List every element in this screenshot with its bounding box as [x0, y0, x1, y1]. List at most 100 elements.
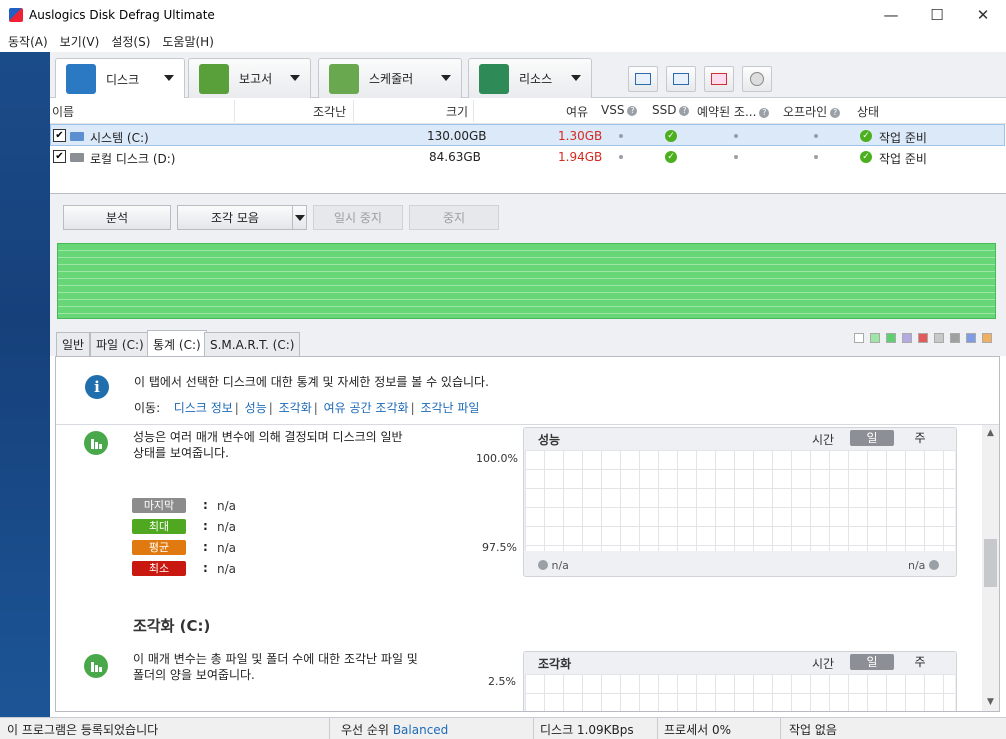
- tools-icon[interactable]: [704, 66, 734, 92]
- chevron-down-icon[interactable]: [292, 206, 306, 229]
- chart-header: 조각화 시간 일 주: [524, 652, 956, 672]
- menu-view[interactable]: 보기(V): [54, 33, 106, 50]
- legend-swatch[interactable]: [854, 333, 864, 343]
- chevron-down-icon[interactable]: [164, 75, 174, 81]
- legend-swatch[interactable]: [886, 333, 896, 343]
- chart-right-value: n/a: [908, 559, 926, 572]
- drive-status: 작업 준비: [879, 152, 927, 166]
- performance-percent-bottom: 97.5%: [482, 541, 517, 554]
- bar-chart-icon: [84, 431, 108, 455]
- column-free[interactable]: 여유: [566, 103, 588, 120]
- tab-smart[interactable]: S.M.A.R.T. (C:): [204, 332, 301, 356]
- column-fragmented[interactable]: 조각난: [313, 103, 346, 120]
- priority-value[interactable]: Balanced: [393, 723, 448, 737]
- arrow-right-icon[interactable]: [928, 560, 939, 570]
- colon: :: [203, 540, 208, 554]
- analyze-button[interactable]: 분석: [63, 205, 171, 230]
- column-vss[interactable]: VSS?: [601, 103, 638, 117]
- status-check-icon: ✓: [860, 151, 872, 163]
- vertical-scrollbar[interactable]: ▲ ▼: [982, 425, 999, 711]
- help-icon[interactable]: ?: [830, 108, 841, 118]
- tab-disk[interactable]: 디스크: [55, 58, 185, 99]
- stop-button[interactable]: 중지: [409, 205, 499, 230]
- scroll-up-icon[interactable]: ▲: [982, 425, 999, 442]
- menu-settings[interactable]: 설정(S): [105, 33, 156, 50]
- maximize-button[interactable]: ☐: [914, 0, 960, 30]
- legend-swatch[interactable]: [902, 333, 912, 343]
- hard-drive-icon: [70, 153, 84, 162]
- legend-swatch[interactable]: [918, 333, 928, 343]
- tab-report[interactable]: 보고서: [188, 58, 311, 98]
- drive-checkbox[interactable]: ✔: [53, 129, 66, 142]
- period-day-toggle[interactable]: 일: [850, 654, 894, 670]
- column-ssd[interactable]: SSD?: [652, 103, 690, 117]
- chevron-down-icon[interactable]: [441, 75, 451, 81]
- help-icon[interactable]: ?: [627, 106, 638, 116]
- info-box: i 이 탭에서 선택한 디스크에 대한 통계 및 자세한 정보를 볼 수 있습니…: [56, 357, 999, 425]
- chevron-down-icon[interactable]: [571, 75, 581, 81]
- period-week-toggle[interactable]: 주: [898, 430, 942, 446]
- priority[interactable]: 우선 순위 Balanced: [341, 721, 448, 738]
- nav-label: 이동:: [134, 401, 161, 415]
- tab-statistics[interactable]: 통계 (C:): [147, 330, 207, 357]
- nav-link-performance[interactable]: 성능: [245, 401, 267, 415]
- performance-description-line1: 성능은 여러 매개 변수에 의해 결정되며 디스크의 일반: [133, 430, 403, 444]
- settings-icon[interactable]: [742, 66, 772, 92]
- drive-free: 1.94GB: [558, 150, 603, 164]
- scroll-down-icon[interactable]: ▼: [982, 694, 999, 711]
- scroll-thumb[interactable]: [984, 539, 997, 587]
- close-button[interactable]: ✕: [960, 0, 1006, 30]
- drive-name: 시스템 (C:): [90, 131, 149, 145]
- defrag-button[interactable]: 조각 모음: [177, 205, 307, 230]
- legend-swatch[interactable]: [950, 333, 960, 343]
- menu-bar: 동작(A) 보기(V) 설정(S) 도움말(H): [0, 30, 1006, 52]
- nav-link-fragmented-files[interactable]: 조각난 파일: [420, 401, 479, 415]
- chart-title: 조각화: [538, 657, 572, 671]
- badge-max: 최대: [132, 519, 186, 534]
- tab-scheduler[interactable]: 스케줄러: [318, 58, 462, 98]
- column-status[interactable]: 상태: [857, 103, 879, 120]
- minimize-button[interactable]: —: [868, 0, 914, 30]
- column-size[interactable]: 크기: [446, 103, 468, 120]
- badge-last: 마지막: [132, 498, 186, 513]
- job-status: 작업 없음: [789, 723, 837, 737]
- chart-next[interactable]: n/a: [908, 559, 939, 572]
- help-icon[interactable]: ?: [759, 108, 770, 118]
- drive-row[interactable]: ✔ 로컬 디스크 (D:) 84.63GB 1.94GB ✓ ✓ 작업 준비: [50, 146, 1005, 168]
- legend-swatch[interactable]: [934, 333, 944, 343]
- column-name[interactable]: 이름: [52, 103, 74, 120]
- column-offline[interactable]: 오프라인?: [783, 103, 841, 120]
- tab-files[interactable]: 파일 (C:): [90, 332, 150, 356]
- system-info-icon[interactable]: [628, 66, 658, 92]
- arrow-left-icon[interactable]: [538, 560, 548, 570]
- report-icon: [199, 63, 229, 94]
- pause-button[interactable]: 일시 중지: [313, 205, 403, 230]
- nav-link-free-space-fragmentation[interactable]: 여유 공간 조각화: [324, 401, 409, 415]
- legend-swatch[interactable]: [982, 333, 992, 343]
- status-bar: 이 프로그램은 등록되었습니다 우선 순위 Balanced 디스크 1.09K…: [0, 717, 1006, 739]
- tab-disk-label: 디스크: [106, 72, 140, 87]
- window-controls: — ☐ ✕: [868, 0, 1006, 30]
- menu-action[interactable]: 동작(A): [2, 33, 54, 50]
- legend-swatch[interactable]: [870, 333, 880, 343]
- fragmentation-chart: 조각화 시간 일 주: [523, 651, 957, 711]
- period-week-toggle[interactable]: 주: [898, 654, 942, 670]
- metric-min-value: n/a: [217, 562, 237, 576]
- drive-row[interactable]: ✔ 시스템 (C:) 130.00GB 1.30GB ✓ ✓ 작업 준비: [50, 124, 1005, 146]
- nav-link-fragmentation[interactable]: 조각화: [279, 401, 312, 415]
- nav-link-disk-info[interactable]: 디스크 정보: [174, 401, 233, 415]
- tab-report-label: 보고서: [239, 72, 273, 86]
- column-reserved[interactable]: 예약된 조...?: [697, 103, 770, 120]
- tab-resources[interactable]: 리소스: [468, 58, 592, 98]
- drive-checkbox[interactable]: ✔: [53, 150, 66, 163]
- chart-prev[interactable]: n/a: [538, 559, 569, 572]
- legend-swatch[interactable]: [966, 333, 976, 343]
- resources-icon: [479, 63, 509, 94]
- tab-general[interactable]: 일반: [56, 332, 91, 356]
- help-icon[interactable]: ?: [679, 106, 690, 116]
- performance-icon[interactable]: [666, 66, 696, 92]
- menu-help[interactable]: 도움말(H): [156, 33, 220, 50]
- period-day-toggle[interactable]: 일: [850, 430, 894, 446]
- cluster-map: [57, 243, 996, 319]
- chevron-down-icon[interactable]: [290, 75, 300, 81]
